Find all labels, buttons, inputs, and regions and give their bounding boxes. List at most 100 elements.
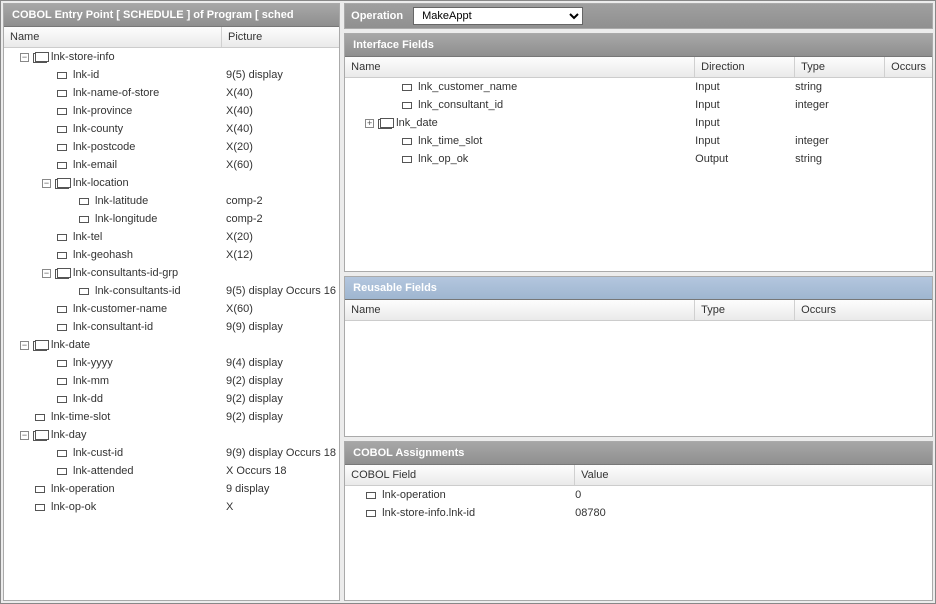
- tree-node-picture: X: [226, 501, 233, 513]
- struct-icon: [33, 430, 47, 440]
- tree-node-name: lnk-consultant-id: [73, 321, 226, 333]
- tree-row[interactable]: lnk-latitudecomp-2: [4, 192, 339, 210]
- tree-row[interactable]: lnk-postcodeX(20): [4, 138, 339, 156]
- tree-row[interactable]: lnk-geohashX(12): [4, 246, 339, 264]
- field-icon: [77, 286, 91, 296]
- tree-node-name: lnk-id: [73, 69, 226, 81]
- tree-node-name: lnk-latitude: [95, 195, 226, 207]
- iface-direction: Input: [695, 99, 795, 111]
- field-icon: [55, 376, 69, 386]
- tree-row[interactable]: lnk-emailX(60): [4, 156, 339, 174]
- tree-node-name: lnk-province: [73, 105, 226, 117]
- iface-col-name[interactable]: Name: [345, 57, 695, 77]
- field-icon: [55, 250, 69, 260]
- field-icon: [55, 394, 69, 404]
- expander-icon[interactable]: +: [365, 119, 374, 128]
- expander-icon[interactable]: −: [42, 179, 51, 188]
- tree-node-name: lnk-customer-name: [73, 303, 226, 315]
- reusable-fields-body[interactable]: [345, 321, 932, 435]
- tree-node-picture: 9(2) display: [226, 393, 283, 405]
- reuse-col-type[interactable]: Type: [695, 300, 795, 320]
- tree-row[interactable]: lnk-yyyy9(4) display: [4, 354, 339, 372]
- tree-row[interactable]: lnk-mm9(2) display: [4, 372, 339, 390]
- tree-node-name: lnk-tel: [73, 231, 226, 243]
- tree-node-picture: 9(5) display: [226, 69, 283, 81]
- tree-node-name: lnk-longitude: [95, 213, 226, 225]
- tree-row[interactable]: lnk-consultants-id9(5) display Occurs 16: [4, 282, 339, 300]
- tree-row[interactable]: lnk-countyX(40): [4, 120, 339, 138]
- tree-node-picture: comp-2: [226, 213, 263, 225]
- tree-row[interactable]: lnk-telX(20): [4, 228, 339, 246]
- reusable-fields-panel: Reusable Fields Name Type Occurs: [344, 276, 933, 436]
- tree-node-name: lnk-consultants-id: [95, 285, 226, 297]
- iface-type: string: [795, 153, 885, 165]
- field-icon: [55, 232, 69, 242]
- assign-col-field[interactable]: COBOL Field: [345, 465, 575, 485]
- iface-col-direction[interactable]: Direction: [695, 57, 795, 77]
- tree-row[interactable]: lnk-dd9(2) display: [4, 390, 339, 408]
- field-icon: [400, 154, 414, 164]
- tree-node-name: lnk-postcode: [73, 141, 226, 153]
- expander-icon[interactable]: −: [20, 341, 29, 350]
- field-icon: [55, 322, 69, 332]
- tree-row[interactable]: lnk-customer-nameX(60): [4, 300, 339, 318]
- col-header-picture[interactable]: Picture: [222, 27, 339, 47]
- tree-node-name: lnk-store-info: [51, 51, 226, 63]
- tree-row[interactable]: − lnk-store-info: [4, 48, 339, 66]
- iface-row[interactable]: lnk_customer_nameInputstring: [345, 78, 932, 96]
- tree-row[interactable]: lnk-longitudecomp-2: [4, 210, 339, 228]
- tree-node-name: lnk-email: [73, 159, 226, 171]
- tree-row[interactable]: lnk-operation9 display: [4, 480, 339, 498]
- cobol-tree[interactable]: −lnk-store-infolnk-id9(5) displaylnk-nam…: [4, 48, 339, 600]
- tree-node-picture: X(20): [226, 231, 253, 243]
- col-header-name[interactable]: Name: [4, 27, 222, 47]
- cobol-assignments-body[interactable]: lnk-operation0lnk-store-info.lnk-id08780: [345, 486, 932, 600]
- interface-fields-body[interactable]: lnk_customer_nameInputstringlnk_consulta…: [345, 78, 932, 271]
- tree-row[interactable]: −lnk-day: [4, 426, 339, 444]
- assign-row[interactable]: lnk-operation0: [345, 486, 932, 504]
- tree-row[interactable]: lnk-name-of-storeX(40): [4, 84, 339, 102]
- tree-row[interactable]: lnk-consultant-id9(9) display: [4, 318, 339, 336]
- interface-fields-title: Interface Fields: [345, 34, 932, 57]
- assign-row[interactable]: lnk-store-info.lnk-id08780: [345, 504, 932, 522]
- field-icon: [55, 160, 69, 170]
- iface-row[interactable]: lnk_consultant_idInputinteger: [345, 96, 932, 114]
- expander-icon[interactable]: −: [42, 269, 51, 278]
- assign-col-value[interactable]: Value: [575, 465, 932, 485]
- tree-node-picture: X(40): [226, 87, 253, 99]
- tree-row[interactable]: lnk-time-slot9(2) display: [4, 408, 339, 426]
- iface-col-occurs[interactable]: Occurs: [885, 57, 932, 77]
- reuse-col-name[interactable]: Name: [345, 300, 695, 320]
- tree-row[interactable]: lnk-attendedX Occurs 18: [4, 462, 339, 480]
- tree-row[interactable]: −lnk-consultants-id-grp: [4, 264, 339, 282]
- tree-node-picture: X(12): [226, 249, 253, 261]
- tree-node-picture: X(40): [226, 105, 253, 117]
- expander-icon[interactable]: −: [20, 431, 29, 440]
- iface-direction: Output: [695, 153, 795, 165]
- tree-row[interactable]: lnk-op-okX: [4, 498, 339, 516]
- tree-row[interactable]: −lnk-location: [4, 174, 339, 192]
- field-icon: [364, 508, 378, 518]
- operation-select[interactable]: MakeAppt: [413, 7, 583, 25]
- tree-node-picture: comp-2: [226, 195, 263, 207]
- field-icon: [77, 214, 91, 224]
- field-icon: [55, 358, 69, 368]
- tree-row[interactable]: lnk-cust-id9(9) display Occurs 18: [4, 444, 339, 462]
- tree-row[interactable]: lnk-id9(5) display: [4, 66, 339, 84]
- iface-direction: Input: [695, 117, 795, 129]
- tree-row[interactable]: lnk-provinceX(40): [4, 102, 339, 120]
- reuse-col-occurs[interactable]: Occurs: [795, 300, 932, 320]
- tree-row[interactable]: −lnk-date: [4, 336, 339, 354]
- tree-node-picture: X(40): [226, 123, 253, 135]
- expander-icon[interactable]: −: [20, 53, 29, 62]
- field-icon: [33, 484, 47, 494]
- iface-row[interactable]: lnk_time_slotInputinteger: [345, 132, 932, 150]
- tree-node-name: lnk-dd: [73, 393, 226, 405]
- iface-row[interactable]: +lnk_dateInput: [345, 114, 932, 132]
- field-icon: [55, 466, 69, 476]
- tree-node-name: lnk-yyyy: [73, 357, 226, 369]
- left-column-headers: Name Picture: [4, 27, 339, 48]
- iface-row[interactable]: lnk_op_ok Outputstring: [345, 150, 932, 168]
- iface-name: lnk_op_ok: [418, 153, 468, 165]
- iface-col-type[interactable]: Type: [795, 57, 885, 77]
